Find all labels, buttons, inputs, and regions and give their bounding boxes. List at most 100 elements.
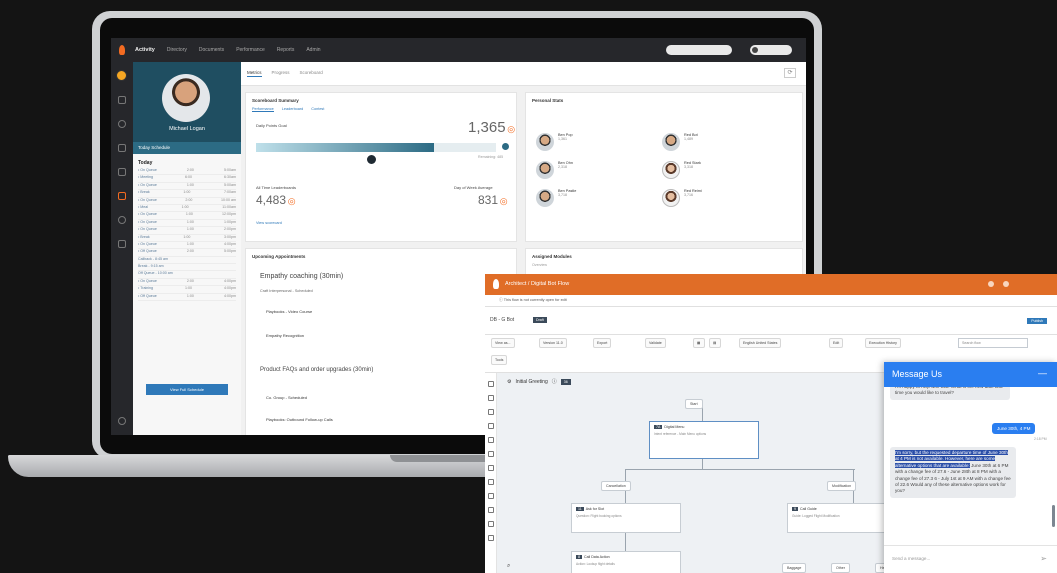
baggage-pill[interactable]: Baggage [782, 563, 807, 573]
person-3[interactable]: Ben Pastle 3,718 [536, 189, 576, 207]
validate-button[interactable]: Validate [645, 338, 666, 348]
coaching-item-4[interactable]: Product FAQs and order upgrades (30min) [260, 367, 373, 373]
profile-tab[interactable]: Today Schedule [133, 142, 241, 154]
toolbox-icon[interactable] [488, 535, 494, 541]
settings-icon[interactable] [118, 216, 126, 224]
modification-pill[interactable]: Modification [827, 481, 857, 491]
schedule-row[interactable]: • On Queue 1:00 12:00pm [138, 212, 236, 220]
refresh-icon[interactable]: ⟳ [784, 68, 796, 78]
schedule-row[interactable]: • On Queue 2:00 10:00 am [138, 198, 236, 205]
schedule-cell: • Break [138, 190, 150, 195]
nav-item-performance[interactable]: Performance [236, 47, 265, 53]
nav-item-directory[interactable]: Directory [167, 47, 187, 53]
start-node[interactable]: Start [685, 399, 703, 409]
call-guide-node[interactable]: 9 Call Guide Guide: Logged Flight Modific… [787, 503, 897, 533]
send-icon[interactable]: ➢ [1040, 554, 1047, 563]
subtab-performance[interactable]: Performance [252, 107, 274, 112]
person-2[interactable]: Ben Ohn 2,318 [536, 161, 573, 179]
chat-scrollbar[interactable] [1052, 505, 1055, 527]
tab-scoreboard[interactable]: Scoreboard [300, 70, 323, 77]
flow-search-input[interactable]: Search flow [958, 338, 1028, 348]
version-select[interactable]: Version 11.0 [539, 338, 567, 348]
toolbox-icon[interactable] [488, 423, 494, 429]
user-avatar-icon[interactable] [116, 70, 127, 81]
toolbox-icon[interactable] [488, 395, 494, 401]
grid-icon[interactable]: ▦ [693, 338, 705, 348]
schedule-row[interactable]: Break - 9:15 am [138, 264, 236, 272]
edit-button[interactable]: Edit [829, 338, 844, 348]
status-toggle[interactable] [750, 45, 792, 55]
toolbox-icon[interactable] [488, 381, 494, 387]
schedule-row[interactable]: • Break 1:00 7:00am [138, 190, 236, 198]
clock-icon[interactable] [118, 120, 126, 128]
layout-icon[interactable]: ▤ [709, 338, 721, 348]
person-4[interactable]: Red Bot 1,489 [662, 133, 698, 151]
toolbox-icon[interactable] [488, 493, 494, 499]
other-pill[interactable]: Other [831, 563, 850, 573]
coaching-item-2[interactable]: Playbooks - Video Course [266, 309, 312, 314]
help-icon[interactable] [988, 281, 994, 287]
view-as-button[interactable]: View as... [491, 338, 515, 348]
person-6[interactable]: Red Reimi 3,716 [662, 189, 702, 207]
execution-history-button[interactable]: Execution History [865, 338, 901, 348]
cancellation-pill[interactable]: Cancellation [601, 481, 631, 491]
subtab-leaderboard[interactable]: Leaderboard [282, 107, 304, 112]
nav-brand[interactable]: Activity [135, 47, 155, 53]
subtab-contest[interactable]: Contest [311, 107, 324, 112]
view-scorecard-link[interactable]: View scorecard [256, 221, 282, 225]
call-data-action-node[interactable]: 8 Call Data Action Action: Lookup flight … [571, 551, 681, 573]
person-1[interactable]: Ben Pop 1,361 [536, 133, 573, 151]
toolbox-icon[interactable] [488, 521, 494, 527]
chat-messages[interactable]: I'm happy to help with that. What is the… [884, 387, 1057, 545]
schedule-row[interactable]: • Training 1:00 4:00pm [138, 286, 236, 294]
schedule-row[interactable]: • Off Queue 1:00 4:00pm [138, 294, 236, 302]
apps-icon[interactable] [118, 240, 126, 248]
zoom-search-icon[interactable]: ⌕ [507, 563, 510, 570]
ask-slot-node[interactable]: 11 Ask for Slot Question: Flight booking … [571, 503, 681, 533]
schedule-row[interactable]: • On Queue 1:00 5:00am [138, 183, 236, 191]
nav-item-documents[interactable]: Documents [199, 47, 224, 53]
schedule-row[interactable]: • Off Queue 2:00 5:00pm [138, 249, 236, 257]
digital-menu-node[interactable]: 7A Digital Menu Intent reference - Main M… [649, 421, 759, 459]
person-5[interactable]: Red Stark 3,318 [662, 161, 701, 179]
schedule-row[interactable]: • Meeting 6:00 6:30am [138, 175, 236, 183]
tab-metrics[interactable]: Metrics [247, 70, 262, 77]
toolbox-icon[interactable] [488, 437, 494, 443]
chat-icon[interactable] [118, 144, 126, 152]
calendar-icon[interactable] [118, 192, 126, 200]
tab-progress[interactable]: Progress [272, 70, 290, 77]
toolbox-icon[interactable] [488, 451, 494, 457]
gear-icon[interactable] [118, 417, 126, 425]
settings-icon[interactable] [1003, 281, 1009, 287]
schedule-row[interactable]: Off Queue - 10:00 am [138, 271, 236, 279]
coaching-item-6[interactable]: Playbooks: Outbound Follow-up Calls [266, 417, 333, 422]
schedule-row[interactable]: • Break 1:00 3:00pm [138, 235, 236, 242]
toolbox-icon[interactable] [488, 465, 494, 471]
star-icon[interactable] [118, 96, 126, 104]
toolbox-icon[interactable] [488, 409, 494, 415]
tools-button[interactable]: Tools [491, 355, 508, 365]
nav-item-admin[interactable]: Admin [306, 47, 320, 53]
nav-item-reports[interactable]: Reports [277, 47, 295, 53]
minimize-icon[interactable]: — [1038, 368, 1047, 378]
toolbox-icon[interactable] [488, 479, 494, 485]
schedule-row[interactable]: • On Queue 2:00 4:00pm [138, 279, 236, 287]
schedule-row[interactable]: • On Queue 2:00 5:00am [138, 168, 236, 176]
coaching-item-5[interactable]: Co. Group - Scheduled [266, 395, 307, 400]
node-name: Ask for Slot [585, 507, 605, 511]
phone-icon[interactable] [118, 168, 126, 176]
schedule-row[interactable]: • Meal 1:00 11:00am [138, 205, 236, 213]
coaching-item-3[interactable]: Empathy Recognition [266, 333, 304, 338]
schedule-row[interactable]: Callback - 8:45 am [138, 257, 236, 265]
schedule-row[interactable]: • On Queue 1:00 2:00pm [138, 227, 236, 235]
toolbox-icon[interactable] [488, 507, 494, 513]
global-search-input[interactable] [666, 45, 732, 55]
export-button[interactable]: Export [593, 338, 612, 348]
view-schedule-button[interactable]: View Full Schedule [146, 384, 228, 395]
language-select[interactable]: English United States [739, 338, 782, 348]
coaching-item-1[interactable]: Empathy coaching (30min) [260, 273, 343, 280]
publish-button[interactable]: Publish [1027, 318, 1047, 324]
schedule-row[interactable]: • On Queue 1:00 1:00pm [138, 220, 236, 228]
chat-input[interactable]: Send a message... ➢ [884, 545, 1057, 573]
schedule-row[interactable]: • On Queue 1:00 4:00pm [138, 242, 236, 250]
